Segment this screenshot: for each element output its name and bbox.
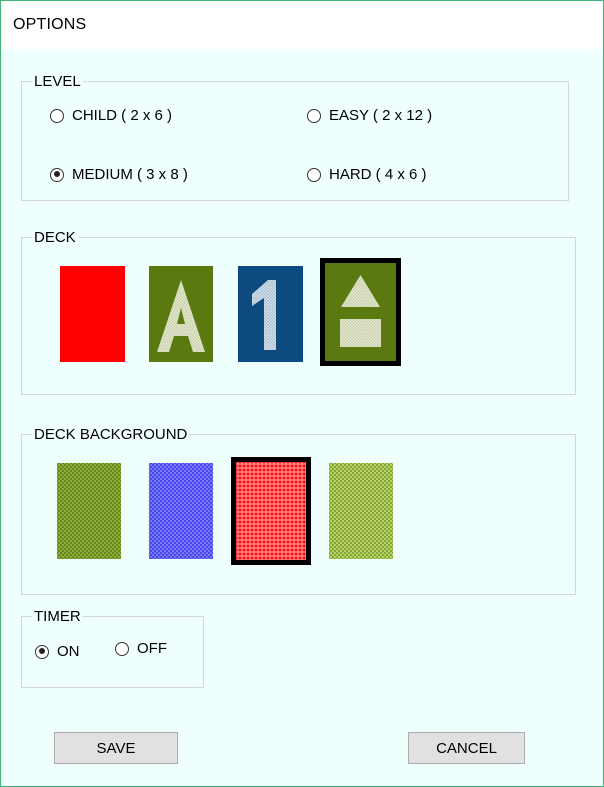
level-child-radio[interactable]: CHILD ( 2 x 6 ) (50, 107, 172, 124)
level-medium-radio[interactable]: MEDIUM ( 3 x 8 ) (50, 166, 188, 183)
background-card-olive[interactable] (57, 463, 121, 559)
timer-off-label: OFF (137, 640, 167, 657)
options-window: OPTIONS LEVEL CHILD (2 x 6) EASY (2 x… (0, 0, 604, 787)
save-button[interactable]: SAVE (54, 732, 178, 764)
timer-off-radio[interactable]: OFF (115, 640, 167, 657)
timer-label: TIMER (34, 608, 81, 625)
cancel-button[interactable]: CANCEL (408, 732, 525, 764)
deck-background-label: DECK BACKGROUND (34, 426, 188, 443)
background-card-blue[interactable] (149, 463, 213, 559)
level-label: LEVEL (34, 73, 81, 90)
radio-circle[interactable] (307, 167, 321, 182)
radio-circle[interactable] (50, 167, 64, 182)
level-easy-label: EASY ( 2 x 12 ) (329, 107, 433, 124)
level-hard-label: HARD ( 4 x 6 ) (329, 166, 427, 183)
background-card-red-plaid[interactable] (231, 457, 311, 565)
background-card-light-olive[interactable] (329, 463, 393, 559)
window-title: OPTIONS (13, 16, 87, 33)
timer-on-label: ON (57, 643, 80, 660)
deck-card-number-1[interactable] (238, 266, 303, 362)
level-easy-radio[interactable]: EASY ( 2 x 12 ) (307, 107, 432, 124)
radio-circle[interactable] (115, 641, 129, 656)
timer-on-radio[interactable]: ON (35, 643, 80, 660)
level-medium-label: MEDIUM ( 3 x 8 ) (72, 166, 188, 183)
deck-card-red[interactable] (60, 266, 125, 362)
radio-circle[interactable] (50, 108, 64, 123)
level-child-label: CHILD ( 2 x 6 ) (72, 107, 173, 124)
deck-card-letter-a[interactable] (149, 266, 213, 362)
deck-label: DECK (34, 229, 76, 246)
radio-circle[interactable] (307, 108, 321, 123)
radio-circle[interactable] (35, 644, 49, 659)
deck-card-shapes[interactable] (320, 258, 401, 366)
title-bar: OPTIONS (1, 1, 603, 49)
level-hard-radio[interactable]: HARD ( 4 x 6 ) (307, 166, 427, 183)
